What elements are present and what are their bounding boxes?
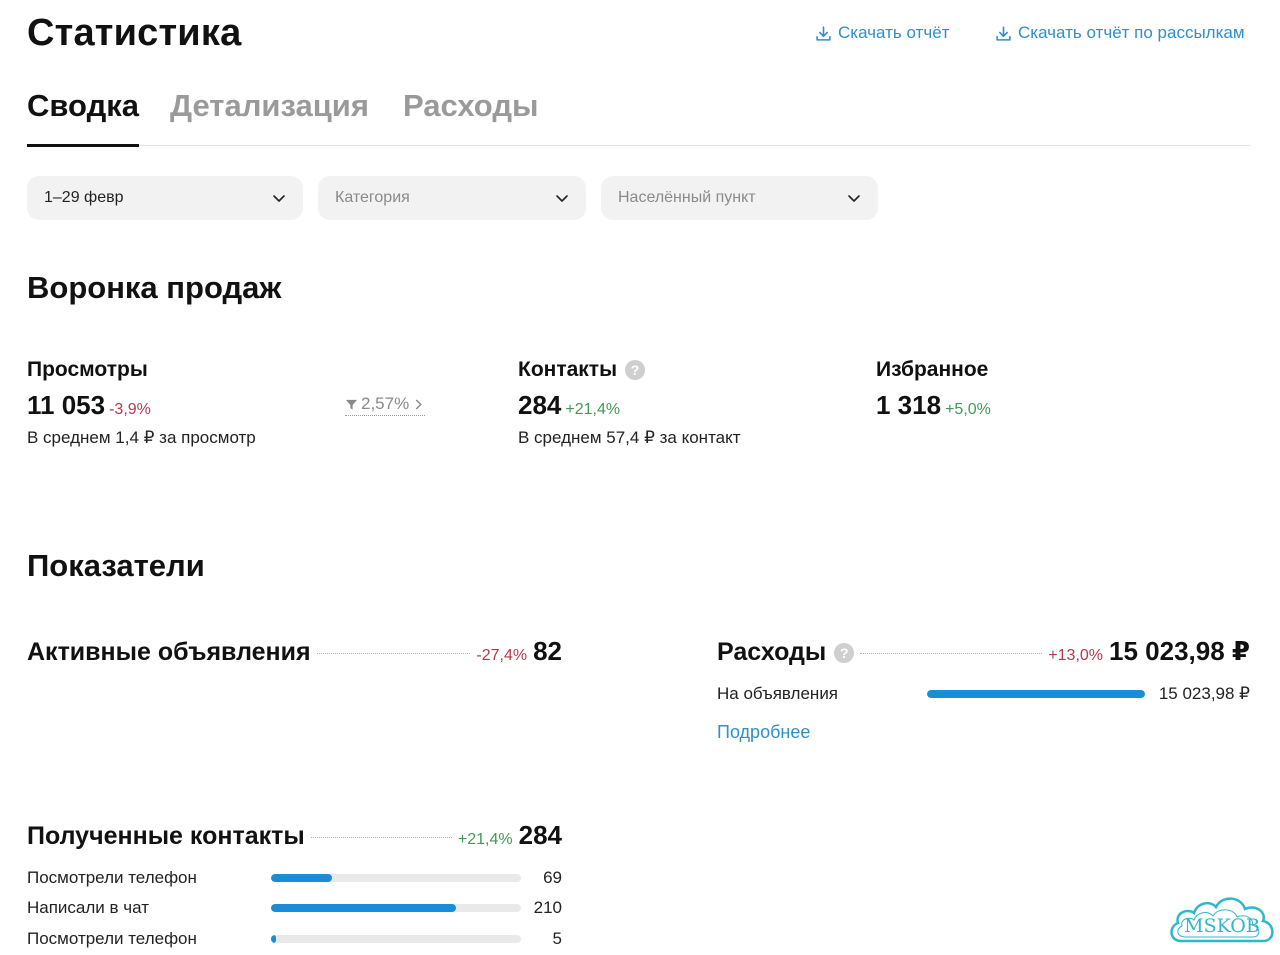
- views-value: 11 053 -3,9%: [27, 390, 151, 421]
- watermark-logo: MSKOB: [1170, 897, 1274, 943]
- download-icon: [996, 25, 1011, 41]
- chevron-down-icon: [848, 195, 860, 202]
- category-select[interactable]: Категория: [318, 176, 586, 220]
- location-select[interactable]: Населённый пункт: [601, 176, 878, 220]
- expenses-label-text: Расходы: [717, 638, 827, 666]
- period-value: 1–29 февр: [44, 189, 124, 206]
- download-report-label: Скачать отчёт: [838, 23, 950, 42]
- bar-track: [927, 690, 1145, 698]
- contacts-label: Контакты ?: [518, 358, 646, 382]
- views-conversion-value: 2,57%: [361, 394, 410, 413]
- bar-track: [271, 874, 521, 882]
- contacts-phone-row-2: Посмотрели телефон 5: [27, 929, 562, 949]
- expenses-label: Расходы ?: [717, 638, 855, 667]
- tab-expenses[interactable]: Расходы: [403, 88, 539, 145]
- bar-value: 210: [533, 898, 562, 917]
- category-placeholder: Категория: [335, 189, 410, 206]
- active-ads-row: Активные объявления -27,4% 82: [27, 636, 562, 667]
- download-mailing-report-link[interactable]: Скачать отчёт по рассылкам: [995, 23, 1245, 43]
- views-label-text: Просмотры: [27, 358, 148, 381]
- contacts-value: 284 +21,4%: [518, 390, 620, 421]
- favorites-label: Избранное: [876, 358, 988, 382]
- download-mailing-report-label: Скачать отчёт по рассылкам: [1018, 23, 1245, 42]
- dotted-leader: [310, 837, 452, 838]
- tab-bar: Сводка Детализация Расходы: [27, 88, 1250, 147]
- chevron-right-icon: [416, 399, 423, 409]
- bar-value: 15 023,98 ₽: [1158, 684, 1250, 703]
- active-ads-label: Активные объявления: [27, 638, 311, 666]
- views-average: В среднем 1,4 ₽ за просмотр: [27, 428, 256, 447]
- bar-fill: [271, 874, 332, 882]
- contacts-phone-row: Посмотрели телефон 69: [27, 868, 562, 888]
- contacts-number: 284: [518, 390, 562, 420]
- favorites-change: +5,0%: [945, 401, 991, 418]
- bar-track: [271, 904, 521, 912]
- period-select[interactable]: 1–29 февр: [27, 176, 303, 220]
- views-conversion-link[interactable]: 2,57%: [345, 394, 426, 416]
- expenses-change: +13,0%: [1048, 647, 1104, 664]
- dotted-leader: [860, 653, 1043, 654]
- views-number: 11 053: [27, 390, 106, 420]
- chevron-down-icon: [273, 195, 285, 202]
- tab-details[interactable]: Детализация: [170, 88, 369, 145]
- tab-summary[interactable]: Сводка: [27, 88, 139, 147]
- received-contacts-change: +21,4%: [457, 831, 513, 848]
- watermark-text: MSKOB: [1184, 915, 1260, 937]
- bar-label: Посмотрели телефон: [27, 868, 197, 887]
- indicators-title: Показатели: [27, 548, 205, 583]
- bar-label: Посмотрели телефон: [27, 929, 197, 948]
- page-title: Статистика: [27, 12, 242, 54]
- expenses-value: 15 023,98 ₽: [1109, 636, 1250, 666]
- bar-value: 5: [552, 929, 562, 948]
- bar-label: На объявления: [717, 684, 839, 703]
- bar-fill: [271, 935, 276, 943]
- active-ads-value: 82: [533, 636, 562, 666]
- download-icon: [816, 25, 831, 41]
- funnel-title: Воронка продаж: [27, 270, 282, 305]
- active-ads-change: -27,4%: [476, 647, 528, 664]
- funnel-icon: [345, 399, 358, 410]
- views-change: -3,9%: [109, 401, 151, 418]
- bar-fill: [271, 904, 456, 912]
- favorites-label-text: Избранное: [876, 358, 989, 381]
- expenses-row: Расходы ? +13,0% 15 023,98 ₽: [717, 636, 1250, 667]
- location-placeholder: Населённый пункт: [618, 189, 756, 206]
- bar-label: Написали в чат: [27, 898, 150, 917]
- help-icon[interactable]: ?: [625, 360, 646, 380]
- more-details-link[interactable]: Подробнее: [717, 722, 810, 743]
- bar-fill: [927, 690, 1145, 698]
- contacts-average: В среднем 57,4 ₽ за контакт: [518, 428, 741, 447]
- favorites-number: 1 318: [876, 390, 942, 420]
- contacts-label-text: Контакты: [518, 358, 618, 381]
- received-contacts-row: Полученные контакты +21,4% 284: [27, 820, 562, 851]
- contacts-change: +21,4%: [565, 401, 621, 418]
- help-icon[interactable]: ?: [834, 642, 855, 663]
- bar-value: 69: [543, 868, 562, 887]
- chevron-down-icon: [556, 195, 568, 202]
- received-contacts-value: 284: [518, 820, 562, 850]
- expenses-ads-row: На объявления 15 023,98 ₽: [717, 684, 1250, 704]
- views-label: Просмотры: [27, 358, 148, 382]
- favorites-value: 1 318 +5,0%: [876, 390, 991, 421]
- dotted-leader: [316, 653, 471, 654]
- download-report-link[interactable]: Скачать отчёт: [815, 23, 949, 43]
- contacts-chat-row: Написали в чат 210: [27, 898, 562, 918]
- bar-track: [271, 935, 521, 943]
- received-contacts-label: Полученные контакты: [27, 822, 305, 850]
